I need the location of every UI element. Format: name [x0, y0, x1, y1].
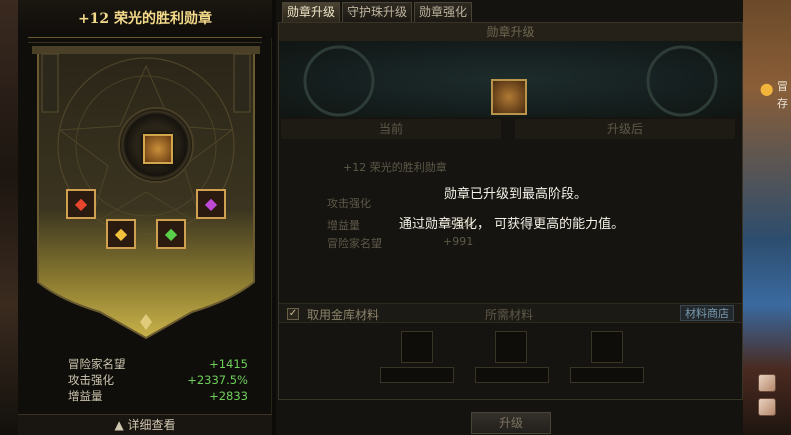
compare-row-name: 增益量	[327, 219, 360, 232]
stat-name: 增益量	[68, 389, 103, 403]
upgrade-panel: 勋章升级 守护珠升级 勋章强化 勋章升级 当前 升级后 +12 荣光的胜利勋章 …	[276, 0, 743, 435]
medal-title: +12 荣光的胜利勋章	[18, 0, 272, 38]
medal-info-panel: +12 荣光的胜利勋章 ◆ ◆ ◆ ◆ 冒险家名望 +1415 攻击强化 +23…	[18, 0, 272, 435]
compare-row-name: 冒险家名望	[327, 237, 382, 250]
column-after: 升级后	[515, 119, 735, 139]
stat-row: 冒险家名望 +1415	[68, 356, 268, 372]
compare-row-value: +991	[443, 235, 474, 248]
map-pin-icon: ⬤	[760, 82, 774, 96]
stat-value: +2337.5%	[187, 373, 248, 387]
right-strip-label-2: 存	[777, 97, 788, 110]
tab-bar: 勋章升级 守护珠升级 勋章强化	[282, 2, 473, 22]
material-slot[interactable]	[591, 331, 623, 363]
material-count	[570, 367, 644, 383]
upgrade-hero	[279, 41, 742, 117]
title-divider	[28, 37, 262, 43]
purple-gem-icon[interactable]: ◆	[196, 189, 226, 219]
medal-preview-icon	[491, 79, 527, 115]
stat-value: +2833	[209, 389, 248, 403]
material-slot[interactable]	[495, 331, 527, 363]
materials-title: 所需材料	[485, 308, 534, 322]
tab-medal-upgrade[interactable]: 勋章升级	[282, 2, 341, 22]
stat-row: 增益量 +2833	[68, 388, 268, 404]
compare-row-name: 攻击强化	[327, 197, 371, 210]
stat-value: +1415	[209, 357, 248, 371]
yellow-gem-icon[interactable]: ◆	[106, 219, 136, 249]
medal-stats: 冒险家名望 +1415 攻击强化 +2337.5% 增益量 +2833	[68, 356, 268, 404]
upgrade-content: 勋章升级 当前 升级后 +12 荣光的胜利勋章 攻击强化 增益量 +1985 冒…	[278, 22, 743, 400]
material-count	[475, 367, 549, 383]
stat-name: 冒险家名望	[68, 357, 126, 371]
stat-name: 攻击强化	[68, 373, 114, 387]
max-level-message: 勋章已升级到最高阶段。	[444, 187, 588, 202]
stat-row: 攻击强化 +2337.5%	[68, 372, 268, 388]
material-shop-button[interactable]: 材料商店	[680, 305, 734, 321]
green-gem-icon[interactable]: ◆	[156, 219, 186, 249]
tab-orb-upgrade[interactable]: 守护珠升级	[342, 2, 413, 22]
column-current: 当前	[281, 119, 501, 139]
detail-view-button[interactable]: ▲ 详细查看	[18, 414, 272, 435]
materials-bar: ✓ 取用金库材料 所需材料 材料商店	[279, 303, 742, 323]
medal-icon[interactable]	[143, 134, 173, 164]
current-item-name: +12 荣光的胜利勋章	[343, 161, 447, 174]
enhance-hint-message: 通过勋章强化， 可获得更高的能力值。	[399, 217, 625, 232]
material-count	[380, 367, 454, 383]
avatar[interactable]	[758, 398, 776, 416]
red-gem-icon[interactable]: ◆	[66, 189, 96, 219]
background-left	[0, 0, 18, 435]
tab-medal-enhance[interactable]: 勋章强化	[414, 2, 473, 22]
right-strip-label-1: 冒	[777, 80, 788, 93]
avatar[interactable]	[758, 374, 776, 392]
material-slot[interactable]	[401, 331, 433, 363]
upgrade-button[interactable]: 升级	[471, 412, 551, 434]
background-right-scene	[743, 0, 791, 435]
use-storage-label: 取用金库材料	[307, 308, 380, 322]
section-title: 勋章升级	[279, 23, 742, 41]
use-storage-checkbox[interactable]: ✓	[287, 308, 299, 320]
